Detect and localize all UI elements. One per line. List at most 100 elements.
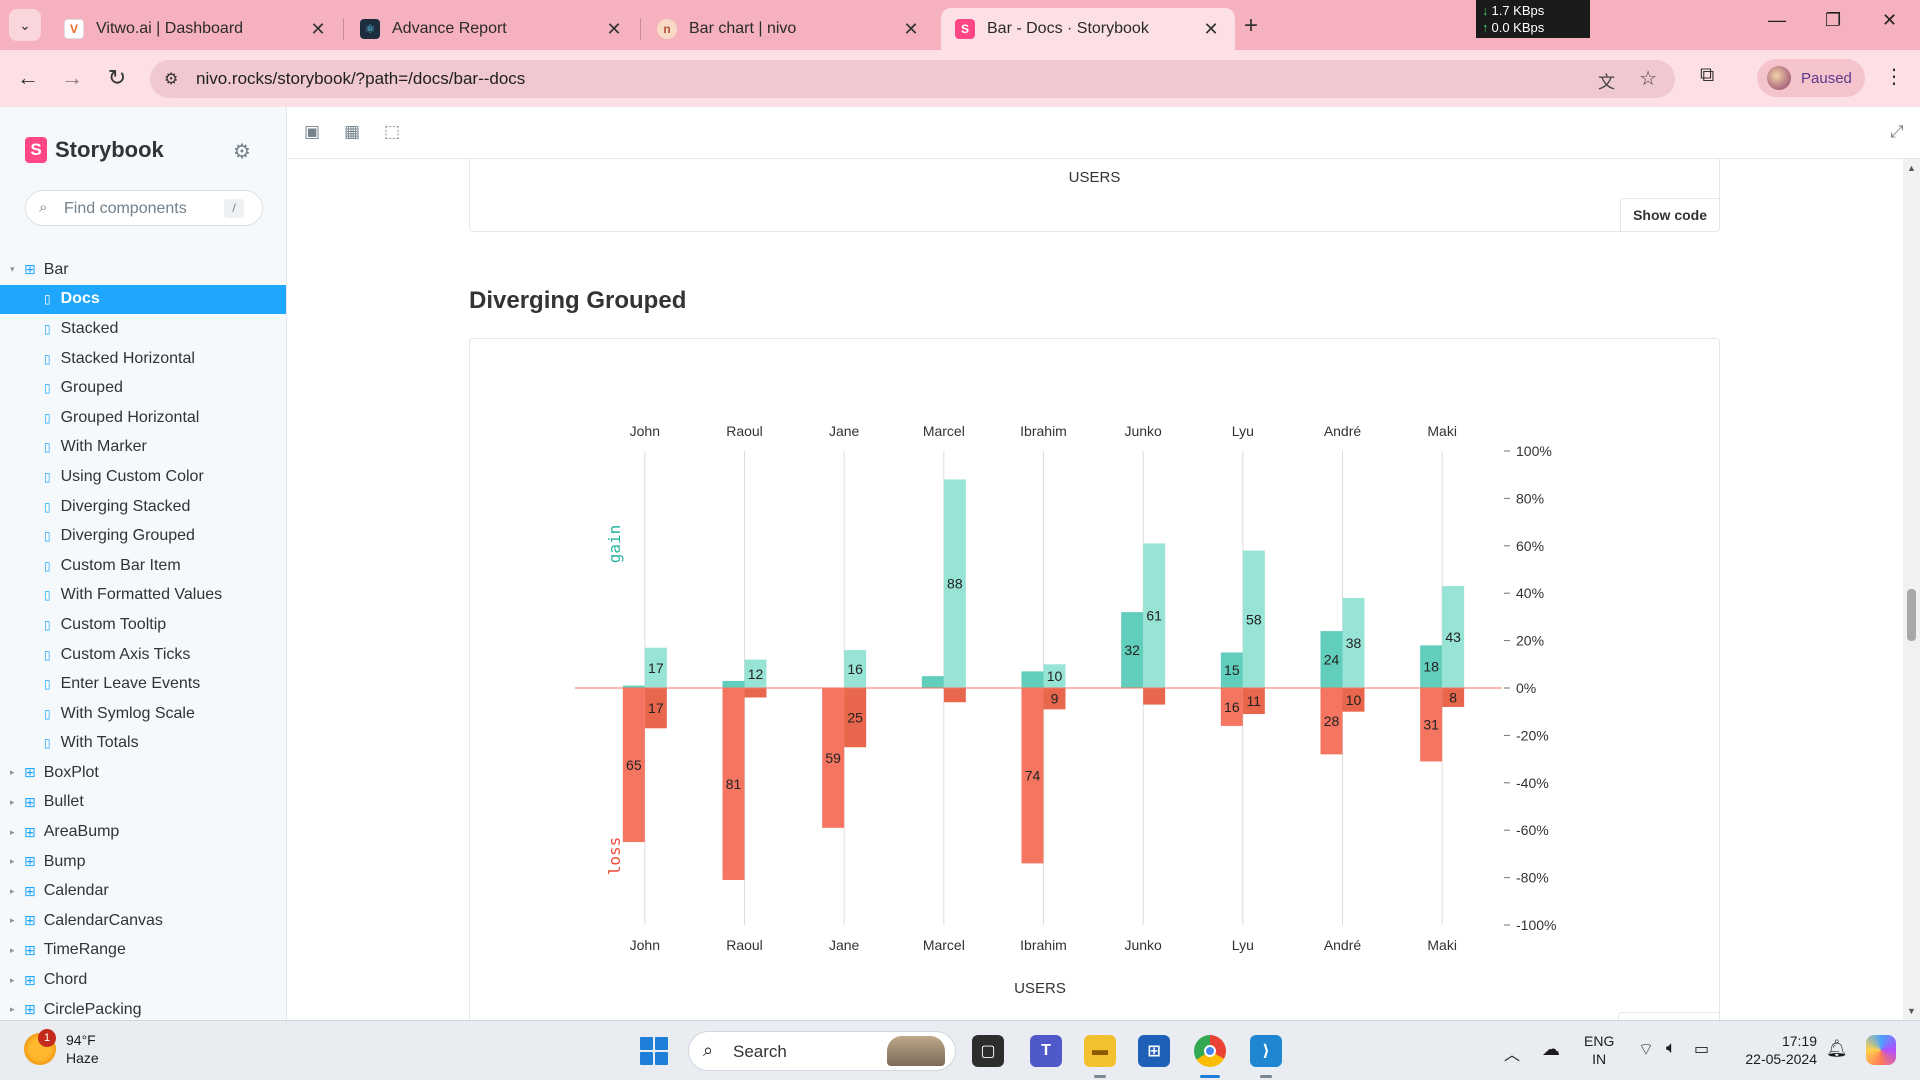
copilot-icon[interactable] [1866,1035,1896,1065]
sidebar-story-with-symlog-scale[interactable]: ▯ With Symlog Scale [0,699,286,729]
sidebar-story-diverging-stacked[interactable]: ▯ Diverging Stacked [0,492,286,522]
tab-storybook[interactable]: S Bar - Docs · Storybook ✕ [941,8,1235,50]
sidebar-group-bump[interactable]: ▸ ⊞ Bump [0,847,286,877]
minimize-button[interactable]: — [1768,10,1786,31]
volume-icon[interactable]: 🔈︎ [1666,1038,1676,1058]
sidebar-group-areabump[interactable]: ▸ ⊞ AreaBump [0,817,286,847]
sidebar-group-bullet[interactable]: ▸ ⊞ Bullet [0,788,286,818]
tab-advance-report[interactable]: ⚛ Advance Report ✕ [346,8,638,50]
sidebar-group-circlepacking[interactable]: ▸ ⊞ CirclePacking [0,995,286,1020]
scrollbar-thumb[interactable] [1907,589,1916,641]
close-tab-icon[interactable]: ✕ [604,19,624,40]
grid-icon[interactable]: ▦ [344,122,360,142]
sidebar-story-stacked[interactable]: ▯ Stacked [0,314,286,344]
teams-icon[interactable]: T [1030,1035,1062,1067]
close-tab-icon[interactable]: ✕ [1201,19,1221,40]
extensions-icon[interactable]: ⧉ [1700,64,1714,87]
tab-search-button[interactable]: ⌄ [9,9,41,41]
chevron-up-icon[interactable]: ︿ [1504,1041,1520,1065]
url-text[interactable]: nivo.rocks/storybook/?path=/docs/bar--do… [196,69,525,89]
outline-icon[interactable]: ⬚ [384,122,400,142]
sidebar-group-bar[interactable]: ▾ ⊞ Bar [0,255,286,285]
sidebar-group-boxplot[interactable]: ▸ ⊞ BoxPlot [0,758,286,788]
more-menu-icon[interactable]: ⋮ [1884,64,1904,89]
story-icon: ▯ [44,706,51,721]
sidebar-item-label: AreaBump [43,823,120,841]
profile-button[interactable]: Paused [1757,59,1865,97]
tab-separator [640,18,641,40]
sidebar-item-label: With Symlog Scale [60,704,195,722]
sidebar-story-docs[interactable]: ▯ Docs [0,284,286,315]
close-tab-icon[interactable]: ✕ [308,19,328,40]
file-explorer-icon[interactable]: ▬ [1084,1035,1116,1078]
language-indicator[interactable]: ENG IN [1584,1032,1614,1068]
top-axis-tick-label: Junko [1124,423,1162,439]
sidebar-story-grouped[interactable]: ▯ Grouped [0,373,286,403]
sidebar-story-grouped-horizontal[interactable]: ▯ Grouped Horizontal [0,403,286,433]
new-tab-button[interactable]: + [1244,12,1258,40]
translate-icon[interactable]: 文 [1598,68,1615,93]
microsoft-store-icon[interactable]: ⊞ [1138,1035,1170,1067]
reload-button[interactable]: ↻ [101,62,133,94]
sidebar-story-with-totals[interactable]: ▯ With Totals [0,729,286,759]
plus-icon: + [1244,12,1259,39]
browser-tab-strip: ⌄ V Vitwo.ai | Dashboard ✕ ⚛ Advance Rep… [0,0,1920,50]
canvas-toolbar: ▣ ▦ ⬚ ⤢ [288,107,1920,159]
story-icon: ▯ [44,558,51,573]
sidebar-group-calendar[interactable]: ▸ ⊞ Calendar [0,876,286,906]
show-code-button[interactable]: Show code [1620,198,1719,231]
component-icon: ⊞ [24,941,36,958]
sidebar-story-diverging-grouped[interactable]: ▯ Diverging Grouped [0,521,286,551]
search-input[interactable]: ⌕ Find components / [25,190,263,226]
y-tick-label: -40% [1516,775,1549,791]
vscode-icon[interactable]: ⟩ [1250,1035,1282,1078]
start-button[interactable] [640,1037,668,1065]
search-icon: ⌕ [703,1040,714,1060]
scroll-up-icon[interactable]: ▲ [1907,163,1916,173]
component-icon: ⊞ [24,764,36,781]
chrome-icon[interactable] [1194,1035,1226,1078]
bottom-axis-tick-label: John [630,937,660,953]
scroll-down-icon[interactable]: ▼ [1907,1006,1916,1016]
taskbar-search[interactable]: ⌕ Search [688,1031,956,1071]
image-icon[interactable]: ▣ [304,122,320,142]
sidebar-story-custom-tooltip[interactable]: ▯ Custom Tooltip [0,610,286,640]
sidebar-group-chord[interactable]: ▸ ⊞ Chord [0,965,286,995]
forward-button[interactable]: → [56,62,88,94]
restore-button[interactable]: ❐ [1825,10,1841,31]
sidebar-story-stacked-horizontal[interactable]: ▯ Stacked Horizontal [0,344,286,374]
y-tick-label: -100% [1516,917,1556,933]
tab-vitwo[interactable]: V Vitwo.ai | Dashboard ✕ [50,8,342,50]
battery-icon[interactable]: ▭ [1694,1039,1709,1059]
previous-story-card: USERS Show code [469,159,1720,232]
y-tick-label: -80% [1516,870,1549,886]
address-bar[interactable]: ⚙ nivo.rocks/storybook/?path=/docs/bar--… [150,60,1675,98]
sidebar-group-timerange[interactable]: ▸ ⊞ TimeRange [0,936,286,966]
close-tab-icon[interactable]: ✕ [901,19,921,40]
page-scrollbar[interactable]: ▲ ▼ [1903,159,1920,1020]
tab-nivo[interactable]: n Bar chart | nivo ✕ [643,8,935,50]
bookmark-star-icon[interactable]: ☆ [1639,66,1657,91]
settings-gear-icon[interactable]: ⚙ [233,139,251,164]
sidebar-story-with-formatted-values[interactable]: ▯ With Formatted Values [0,581,286,611]
clock[interactable]: 17:19 22-05-2024 [1737,1032,1817,1068]
sidebar-story-custom-bar-item[interactable]: ▯ Custom Bar Item [0,551,286,581]
sidebar-story-enter-leave-events[interactable]: ▯ Enter Leave Events [0,669,286,699]
sidebar-story-custom-axis-ticks[interactable]: ▯ Custom Axis Ticks [0,640,286,670]
notifications-bell-icon[interactable]: 🔔︎ [1826,1039,1848,1059]
bottom-axis-tick-label: Raoul [726,937,763,953]
task-view-icon[interactable]: ▢ [972,1035,1004,1067]
sidebar-item-label: CirclePacking [43,1000,142,1018]
back-button[interactable]: ← [12,62,44,94]
sidebar-story-using-custom-color[interactable]: ▯ Using Custom Color [0,462,286,492]
sidebar-story-with-marker[interactable]: ▯ With Marker [0,433,286,463]
y-tick-label: 100% [1516,443,1552,459]
weather-widget[interactable]: 1 94°F Haze [24,1029,99,1067]
fullscreen-icon[interactable]: ⤢ [1890,122,1904,142]
site-info-icon[interactable]: ⚙ [164,69,178,89]
storybook-logo[interactable]: S Storybook [25,137,164,163]
wifi-icon[interactable]: ⌔ [1638,1039,1654,1060]
onedrive-icon[interactable]: ☁ [1542,1039,1560,1060]
close-window-button[interactable]: ✕ [1882,10,1897,31]
sidebar-group-calendarcanvas[interactable]: ▸ ⊞ CalendarCanvas [0,906,286,936]
